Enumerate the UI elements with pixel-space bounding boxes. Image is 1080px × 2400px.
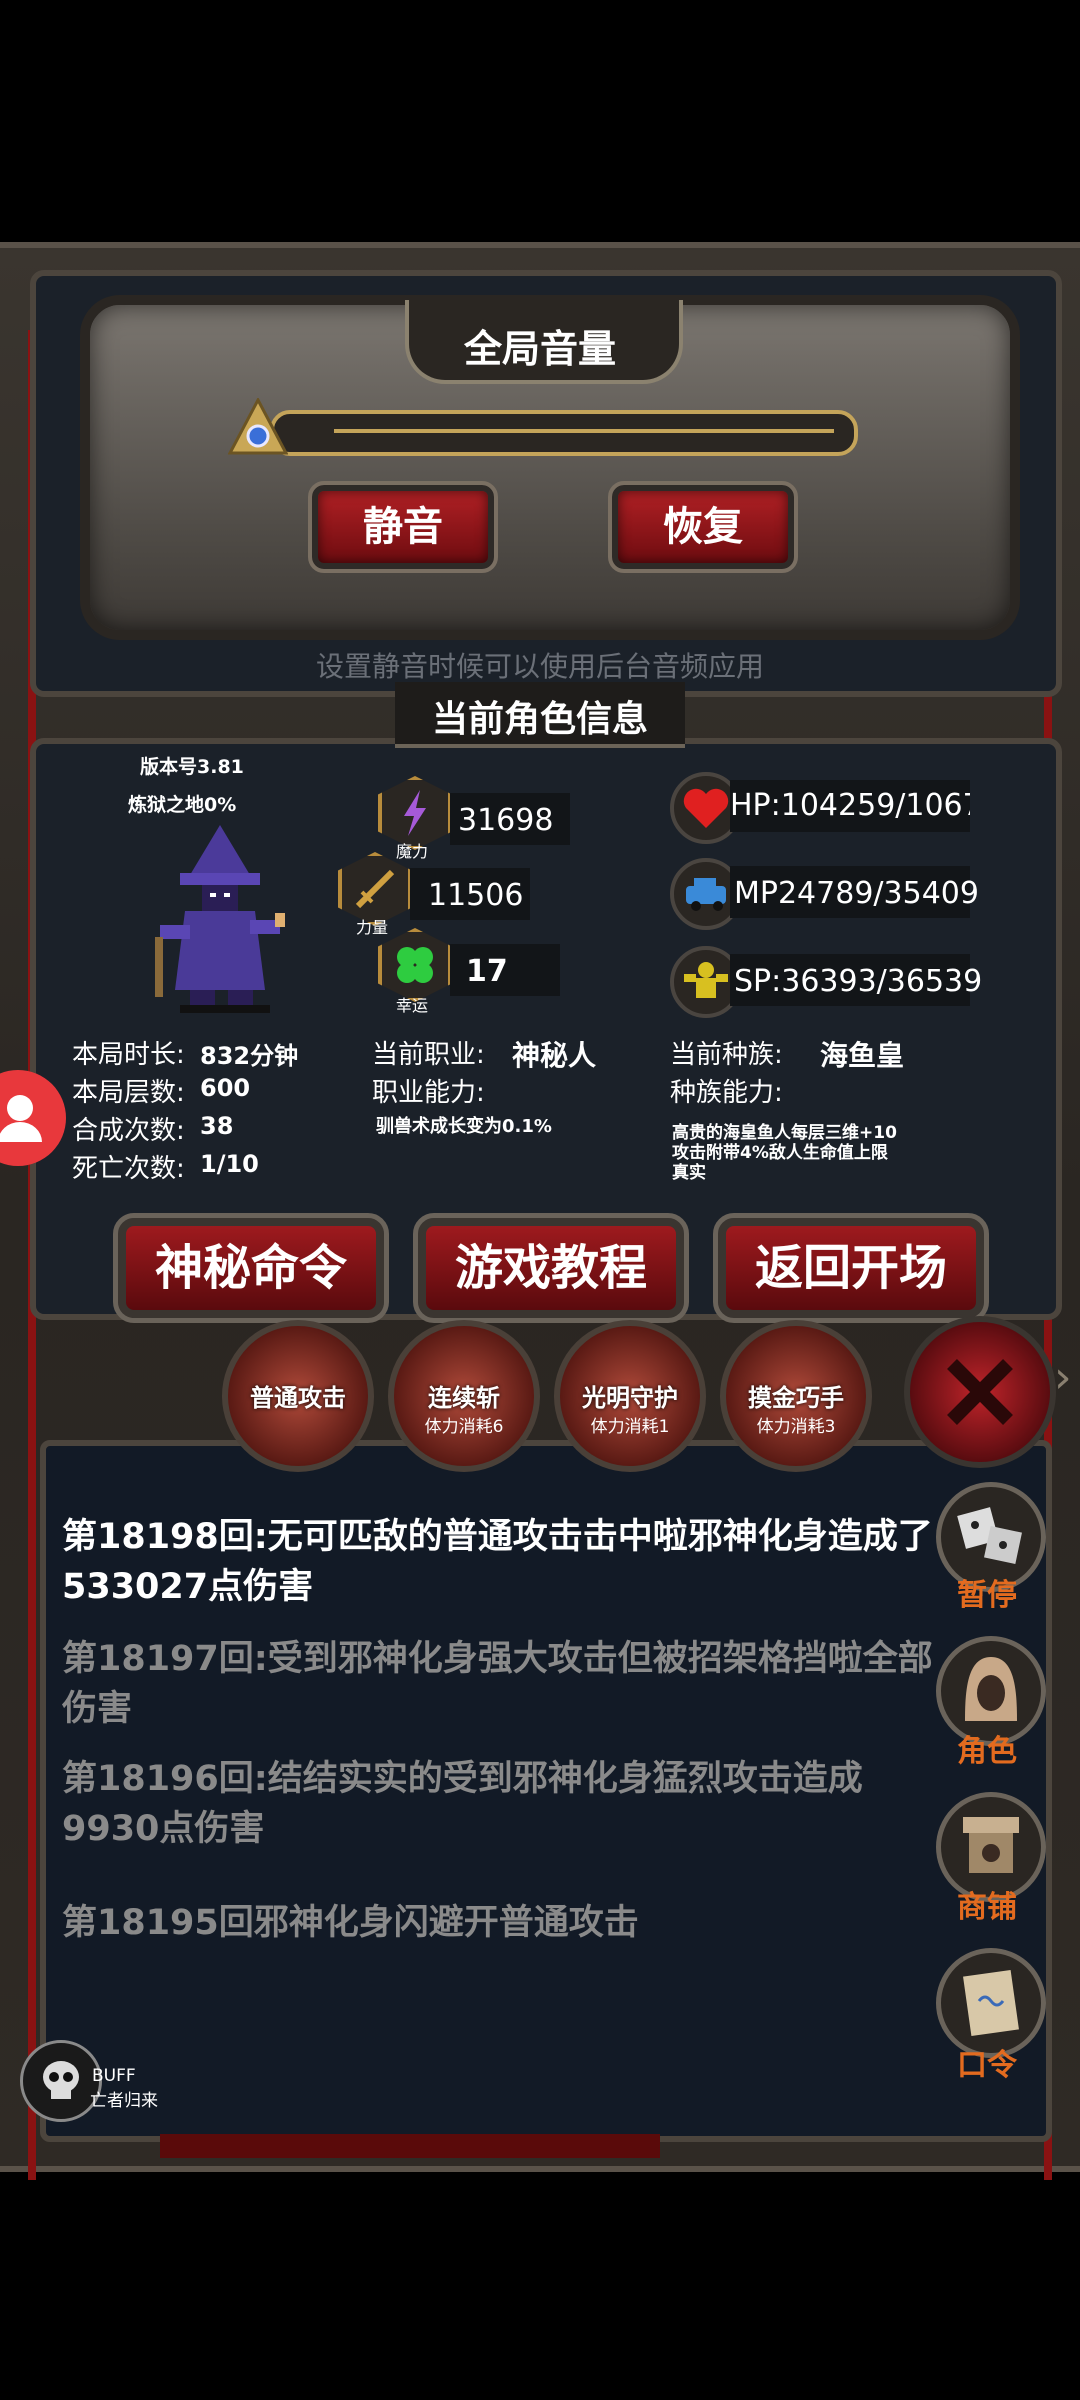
lightning-icon [404,790,426,836]
wizard-sprite [155,825,285,1013]
clover-icon [397,947,433,983]
magic-stat-label: 魔力 [396,842,429,861]
buff-name: 亡者归来 [90,2091,158,2111]
volume-hint: 设置静音时候可以使用后台音频应用 [315,650,764,683]
sp-value: SP:36393/36539 [734,964,983,999]
synth-value: 38 [200,1112,234,1140]
race-ability-desc-3: 真实 [672,1163,706,1183]
skill-cost: 体力消耗3 [756,1417,836,1437]
scroll-icon [963,1969,1019,2037]
log-entry: 第18195回邪神化身闪避开普通攻击 [62,1903,639,1943]
magic-stat-value: 31698 [458,803,554,838]
password-label: 口令 [957,2048,1017,2083]
race-label: 当前种族: [670,1040,783,1070]
power-stat-label: 力量 [356,918,389,937]
skill-name: 普通攻击 [250,1384,346,1412]
power-stat-value: 11506 [428,878,524,913]
skill-name: 摸金巧手 [748,1384,844,1412]
luck-stat-label: 幸运 [396,996,429,1015]
job-ability-desc: 驯兽术成长变为0.1% [376,1116,552,1137]
skill-cost: 体力消耗6 [424,1417,504,1437]
character-title: 当前角色信息 [431,699,648,740]
volume-slider[interactable] [270,410,858,456]
duration-value: 832分钟 [200,1042,299,1070]
floors-label: 本局层数: [72,1078,185,1108]
log-entry: 第18198回:无可匹敌的普通攻击击中啦邪神化身造成了533027点伤害 [62,1517,933,1607]
user-icon [0,1095,42,1142]
hp-value: HP:104259/10672( [730,788,970,823]
volume-slider-knob[interactable] [228,398,288,458]
skill-cost: 体力消耗1 [590,1417,670,1437]
race-ability-label: 种族能力: [670,1078,783,1108]
strongman-icon [684,962,728,998]
duration-label: 本局时长: [72,1040,185,1070]
avatar-float-button[interactable] [0,1070,66,1166]
version-label: 版本号3.81 [140,756,244,778]
skull-icon [43,2061,79,2099]
mute-button[interactable]: 静音 [308,481,498,573]
heart-icon [683,788,729,828]
job-ability-label: 职业能力: [372,1078,485,1108]
back-to-start-button[interactable]: 返回开场 [713,1213,989,1323]
synth-label: 合成次数: [72,1116,185,1146]
close-skills-button[interactable] [904,1316,1056,1468]
mp-value: MP24789/35409 [734,876,979,911]
deaths-value: 1/10 [200,1150,259,1178]
buff-label: BUFF [92,2066,136,2086]
shop-label: 商铺 [957,1890,1017,1925]
deaths-label: 死亡次数: [72,1154,185,1184]
sword-icon [355,869,395,909]
close-icon [947,1359,1013,1425]
volume-title: 全局音量 [463,327,616,371]
job-value: 神秘人 [512,1039,597,1072]
skill-name: 光明守护 [582,1384,678,1412]
skill-name: 连续斩 [428,1384,500,1412]
pause-label: 暂停 [957,1578,1017,1613]
bottom-health-strip [160,2134,660,2158]
log-entry: 第18196回:结结实实的受到邪神化身猛烈攻击造成9930点伤害 [62,1759,863,1849]
car-icon [686,878,726,911]
log-entry: 第18197回:受到邪神化身强大攻击但被招架格挡啦全部伤害 [62,1639,933,1729]
job-label: 当前职业: [372,1040,485,1070]
tutorial-button[interactable]: 游戏教程 [413,1213,689,1323]
luck-stat-value: 17 [466,954,508,989]
floors-value: 600 [200,1074,251,1102]
purgatory-progress: 炼狱之地0% [128,794,237,816]
volume-slider-line [334,429,834,433]
restore-button[interactable]: 恢复 [608,481,798,573]
secret-command-button[interactable]: 神秘命令 [113,1213,389,1323]
role-label: 角色 [957,1734,1017,1769]
race-value: 海鱼皇 [820,1039,905,1072]
chevron-right-icon[interactable]: › [1054,1352,1072,1403]
